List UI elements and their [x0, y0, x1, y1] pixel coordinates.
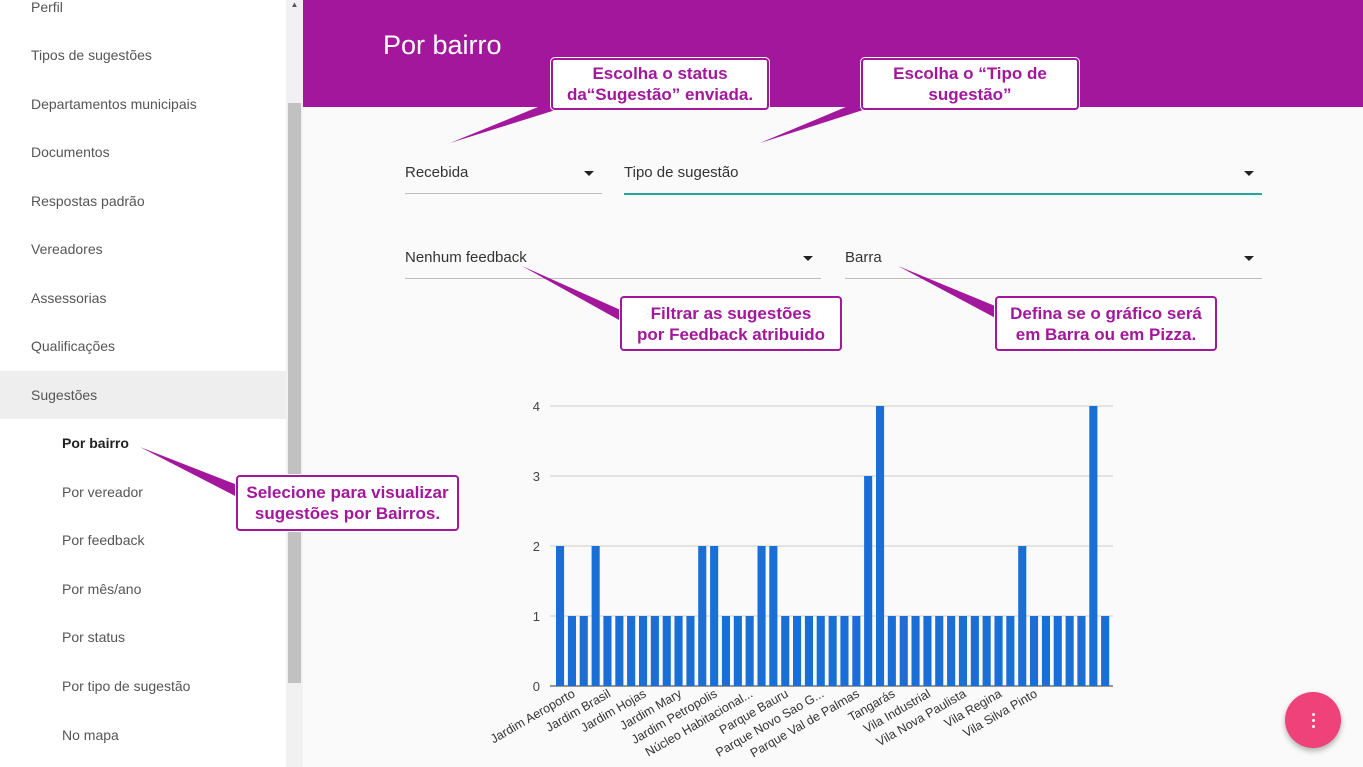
chart-bar [970, 616, 979, 686]
y-tick-label: 3 [533, 469, 540, 484]
callout-line: sugestão” [928, 85, 1012, 104]
chart-bar [840, 616, 849, 686]
chart-bar [876, 406, 885, 686]
chart-bar [828, 616, 837, 686]
chart-bar [567, 616, 576, 686]
callout-tipo: Escolha o “Tipo de sugestão” [861, 58, 1079, 110]
chart-bar [733, 616, 742, 686]
app-root: Perfil Tipos de sugestões Departamentos … [0, 0, 1363, 767]
callout-line: Escolha o “Tipo de [893, 64, 1047, 83]
callout-bairro: Selecione para visualizar sugestões por B… [236, 475, 459, 531]
chart-bar [591, 546, 600, 686]
chart-bar [662, 616, 671, 686]
chart-bar [757, 546, 766, 686]
chart-bar [1006, 616, 1015, 686]
callout-line: Escolha o status [592, 64, 728, 83]
chart-bar [650, 616, 659, 686]
chart-bar [804, 616, 813, 686]
more-vert-icon [1311, 712, 1315, 728]
chart-bar [1018, 546, 1027, 686]
callout-chart-type: Defina se o gráfico será em Barra ou em P… [995, 296, 1217, 351]
y-tick-label: 2 [533, 539, 540, 554]
callout-line: em Barra ou em Pizza. [1015, 324, 1197, 344]
chart-bar [769, 546, 778, 686]
chart-bar [639, 616, 648, 686]
chart-bar [745, 616, 754, 686]
chart-bar [627, 616, 636, 686]
chart-bar [1053, 616, 1062, 686]
callout-line: Selecione para visualizar [246, 483, 449, 502]
chart-bar [1101, 616, 1110, 686]
chart-bar [686, 616, 695, 686]
chart-bar [556, 546, 565, 686]
callout-line: da“Sugestão” enviada. [566, 85, 754, 104]
callout-line: Defina se o gráfico será [1010, 303, 1202, 323]
chart-bar [887, 616, 896, 686]
fab-more-button[interactable] [1285, 692, 1341, 748]
y-tick-label: 0 [533, 679, 540, 694]
chart-bar [816, 616, 825, 686]
y-tick-label: 1 [533, 609, 540, 624]
chart-bar [982, 616, 991, 686]
callout-line: Filtrar as sugestões [650, 303, 812, 323]
chart-bar [1089, 406, 1098, 686]
chart-bar [579, 616, 588, 686]
chart-bar [674, 616, 683, 686]
chart-bar [947, 616, 956, 686]
chart-bar [615, 616, 624, 686]
callout-line: sugestões por Bairros. [254, 504, 441, 523]
chart-bar [935, 616, 944, 686]
callout-status: Escolha o status da“Sugestão” enviada. [551, 58, 769, 110]
chart-bar [994, 616, 1003, 686]
callout-feedback: Filtrar as sugestões por Feedback atribui… [620, 296, 842, 351]
chart-bar [721, 616, 730, 686]
chart-bar [710, 546, 719, 686]
chart-bar [793, 616, 802, 686]
chart-bar [958, 616, 967, 686]
chart-bar [1065, 616, 1074, 686]
chart-bar [1030, 616, 1039, 686]
chart-bar [864, 476, 873, 686]
chart-bar [911, 616, 920, 686]
chart-bar [923, 616, 932, 686]
y-tick-label: 4 [533, 399, 540, 414]
chart-bar [1077, 616, 1086, 686]
chart-bar [1041, 616, 1050, 686]
chart-bar [603, 616, 612, 686]
callout-line: por Feedback atribuido [637, 324, 825, 344]
chart-bar [852, 616, 861, 686]
chart-bar [698, 546, 707, 686]
chart-bar [781, 616, 790, 686]
chart-bar [899, 616, 908, 686]
bar-chart: 01234Jardim AeroportoJardim BrasilJardim… [488, 399, 1113, 760]
